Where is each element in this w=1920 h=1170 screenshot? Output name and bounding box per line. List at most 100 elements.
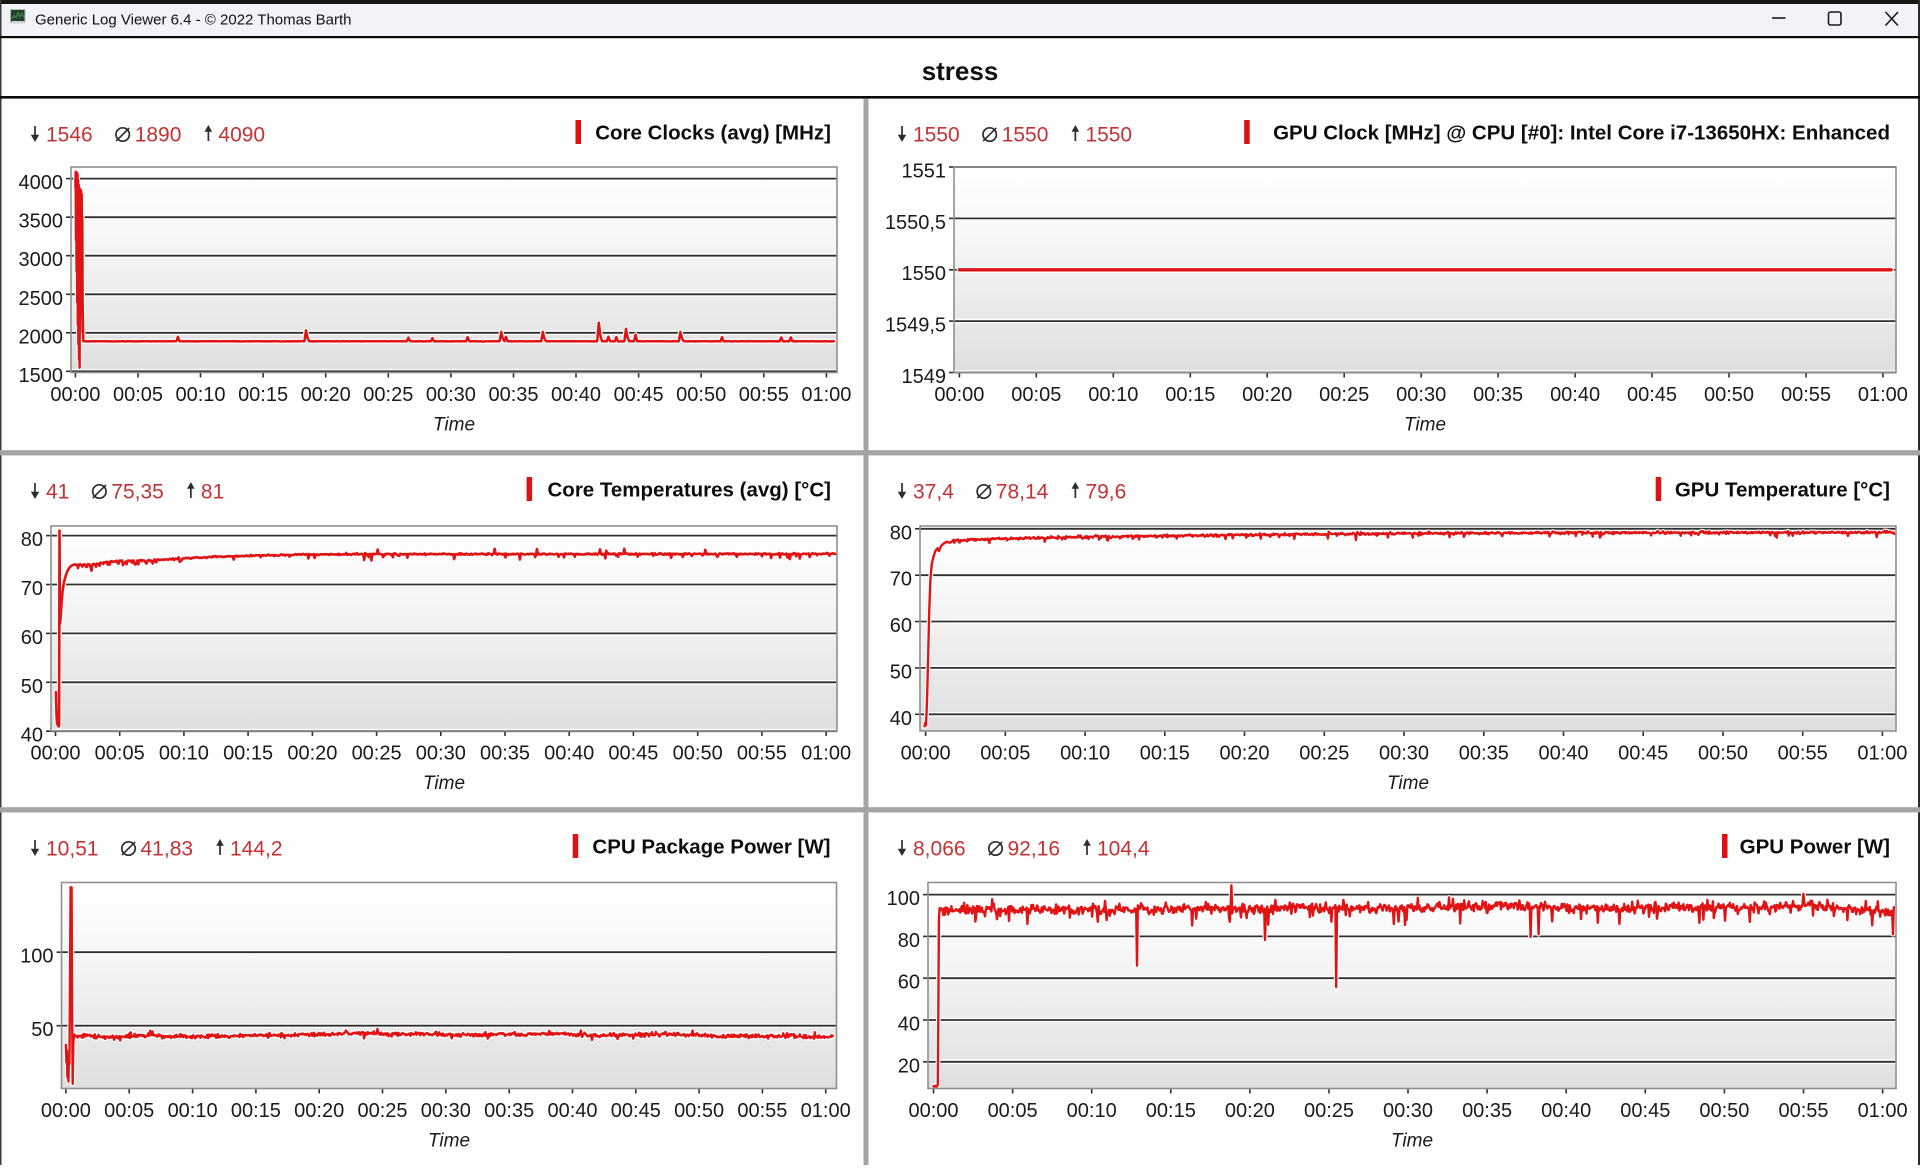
svg-text:00:05: 00:05 <box>980 743 1030 765</box>
svg-text:00:45: 00:45 <box>608 743 658 765</box>
svg-text:00:05: 00:05 <box>104 1100 154 1122</box>
svg-text:60: 60 <box>898 972 920 994</box>
svg-text:00:25: 00:25 <box>1319 384 1369 406</box>
svg-text:00:05: 00:05 <box>1011 384 1061 406</box>
svg-text:2000: 2000 <box>19 326 64 348</box>
svg-text:01:00: 01:00 <box>801 743 851 765</box>
svg-text:00:10: 00:10 <box>1067 1100 1117 1122</box>
svg-text:40: 40 <box>898 1014 920 1036</box>
svg-text:00:10: 00:10 <box>175 384 225 406</box>
svg-text:20: 20 <box>898 1055 920 1077</box>
svg-text:00:40: 00:40 <box>1550 384 1600 406</box>
svg-text:00:15: 00:15 <box>1140 743 1190 765</box>
svg-text:37,4: 37,4 <box>913 481 954 504</box>
svg-text:01:00: 01:00 <box>801 1100 851 1122</box>
svg-text:00:20: 00:20 <box>294 1100 344 1122</box>
svg-text:00:00: 00:00 <box>50 384 100 406</box>
svg-text:70: 70 <box>890 569 912 591</box>
svg-text:00:45: 00:45 <box>614 384 664 406</box>
svg-text:00:50: 00:50 <box>674 1100 724 1122</box>
svg-text:70: 70 <box>21 578 43 600</box>
svg-text:8,066: 8,066 <box>913 838 966 861</box>
svg-text:00:00: 00:00 <box>41 1100 91 1122</box>
svg-text:Time: Time <box>1387 773 1429 794</box>
svg-text:00:10: 00:10 <box>159 743 209 765</box>
svg-text:00:50: 00:50 <box>1704 384 1754 406</box>
svg-text:00:20: 00:20 <box>301 384 351 406</box>
svg-text:1550: 1550 <box>1085 124 1132 147</box>
svg-text:100: 100 <box>887 888 920 910</box>
svg-text:00:35: 00:35 <box>1459 743 1509 765</box>
svg-text:Core Temperatures (avg) [°C]: Core Temperatures (avg) [°C] <box>548 479 832 502</box>
svg-text:50: 50 <box>31 1019 53 1041</box>
svg-text:00:55: 00:55 <box>1778 1100 1828 1122</box>
svg-text:80: 80 <box>21 529 43 551</box>
svg-text:00:30: 00:30 <box>1383 1100 1433 1122</box>
svg-text:00:35: 00:35 <box>1462 1100 1512 1122</box>
svg-text:50: 50 <box>890 661 912 683</box>
svg-text:00:05: 00:05 <box>95 743 145 765</box>
svg-text:01:00: 01:00 <box>801 384 851 406</box>
svg-text:60: 60 <box>890 615 912 637</box>
svg-text:Core Clocks (avg) [MHz]: Core Clocks (avg) [MHz] <box>595 122 831 145</box>
svg-text:00:30: 00:30 <box>1379 743 1429 765</box>
svg-text:00:55: 00:55 <box>1781 384 1831 406</box>
svg-text:50: 50 <box>21 676 43 698</box>
svg-text:00:25: 00:25 <box>1304 1100 1354 1122</box>
svg-text:Time: Time <box>433 415 475 436</box>
svg-text:00:30: 00:30 <box>426 384 476 406</box>
svg-text:00:25: 00:25 <box>363 384 413 406</box>
svg-text:00:30: 00:30 <box>421 1100 471 1122</box>
svg-text:00:20: 00:20 <box>1225 1100 1275 1122</box>
svg-text:00:00: 00:00 <box>30 743 80 765</box>
svg-text:00:25: 00:25 <box>352 743 402 765</box>
svg-text:80: 80 <box>890 522 912 544</box>
svg-text:GPU Temperature [°C]: GPU Temperature [°C] <box>1675 479 1890 502</box>
svg-text:41,83: 41,83 <box>141 838 194 861</box>
svg-text:40: 40 <box>890 708 912 730</box>
svg-text:Time: Time <box>428 1131 470 1152</box>
svg-text:00:15: 00:15 <box>231 1100 281 1122</box>
svg-text:00:00: 00:00 <box>901 743 951 765</box>
svg-text:1550: 1550 <box>1002 124 1049 147</box>
svg-text:00:20: 00:20 <box>1242 384 1292 406</box>
svg-text:00:40: 00:40 <box>1541 1100 1591 1122</box>
svg-text:00:40: 00:40 <box>544 743 594 765</box>
svg-text:00:25: 00:25 <box>1299 743 1349 765</box>
svg-text:00:40: 00:40 <box>551 384 601 406</box>
svg-text:1890: 1890 <box>135 124 182 147</box>
svg-text:stress: stress <box>922 56 999 86</box>
svg-text:01:00: 01:00 <box>1858 1100 1908 1122</box>
svg-text:Time: Time <box>423 773 465 794</box>
svg-text:1550,5: 1550,5 <box>885 212 946 234</box>
svg-text:00:30: 00:30 <box>1396 384 1446 406</box>
svg-text:GPU Clock [MHz] @ CPU [#0]: In: GPU Clock [MHz] @ CPU [#0]: Intel Core i… <box>1273 122 1890 145</box>
svg-text:3500: 3500 <box>19 211 64 233</box>
svg-text:144,2: 144,2 <box>230 838 283 861</box>
svg-text:4090: 4090 <box>218 124 265 147</box>
svg-text:1551: 1551 <box>902 161 947 183</box>
svg-text:60: 60 <box>21 627 43 649</box>
svg-text:92,16: 92,16 <box>1008 838 1061 861</box>
svg-text:01:00: 01:00 <box>1858 384 1908 406</box>
svg-text:1550: 1550 <box>913 124 960 147</box>
svg-text:78,14: 78,14 <box>996 481 1049 504</box>
svg-text:00:55: 00:55 <box>739 384 789 406</box>
svg-text:00:15: 00:15 <box>1165 384 1215 406</box>
svg-text:00:10: 00:10 <box>1060 743 1110 765</box>
svg-text:00:00: 00:00 <box>934 384 984 406</box>
svg-text:00:35: 00:35 <box>484 1100 534 1122</box>
svg-text:Generic Log Viewer 6.4 - © 202: Generic Log Viewer 6.4 - © 2022 Thomas B… <box>35 12 352 29</box>
svg-text:00:00: 00:00 <box>908 1100 958 1122</box>
svg-text:79,6: 79,6 <box>1085 481 1126 504</box>
svg-text:00:55: 00:55 <box>1778 743 1828 765</box>
svg-text:3000: 3000 <box>19 249 64 271</box>
svg-text:Time: Time <box>1391 1131 1433 1152</box>
svg-text:80: 80 <box>898 930 920 952</box>
svg-text:1549,5: 1549,5 <box>885 315 946 337</box>
svg-text:00:10: 00:10 <box>1088 384 1138 406</box>
svg-text:00:20: 00:20 <box>287 743 337 765</box>
svg-text:00:15: 00:15 <box>1146 1100 1196 1122</box>
svg-text:00:40: 00:40 <box>547 1100 597 1122</box>
svg-text:104,4: 104,4 <box>1097 838 1150 861</box>
